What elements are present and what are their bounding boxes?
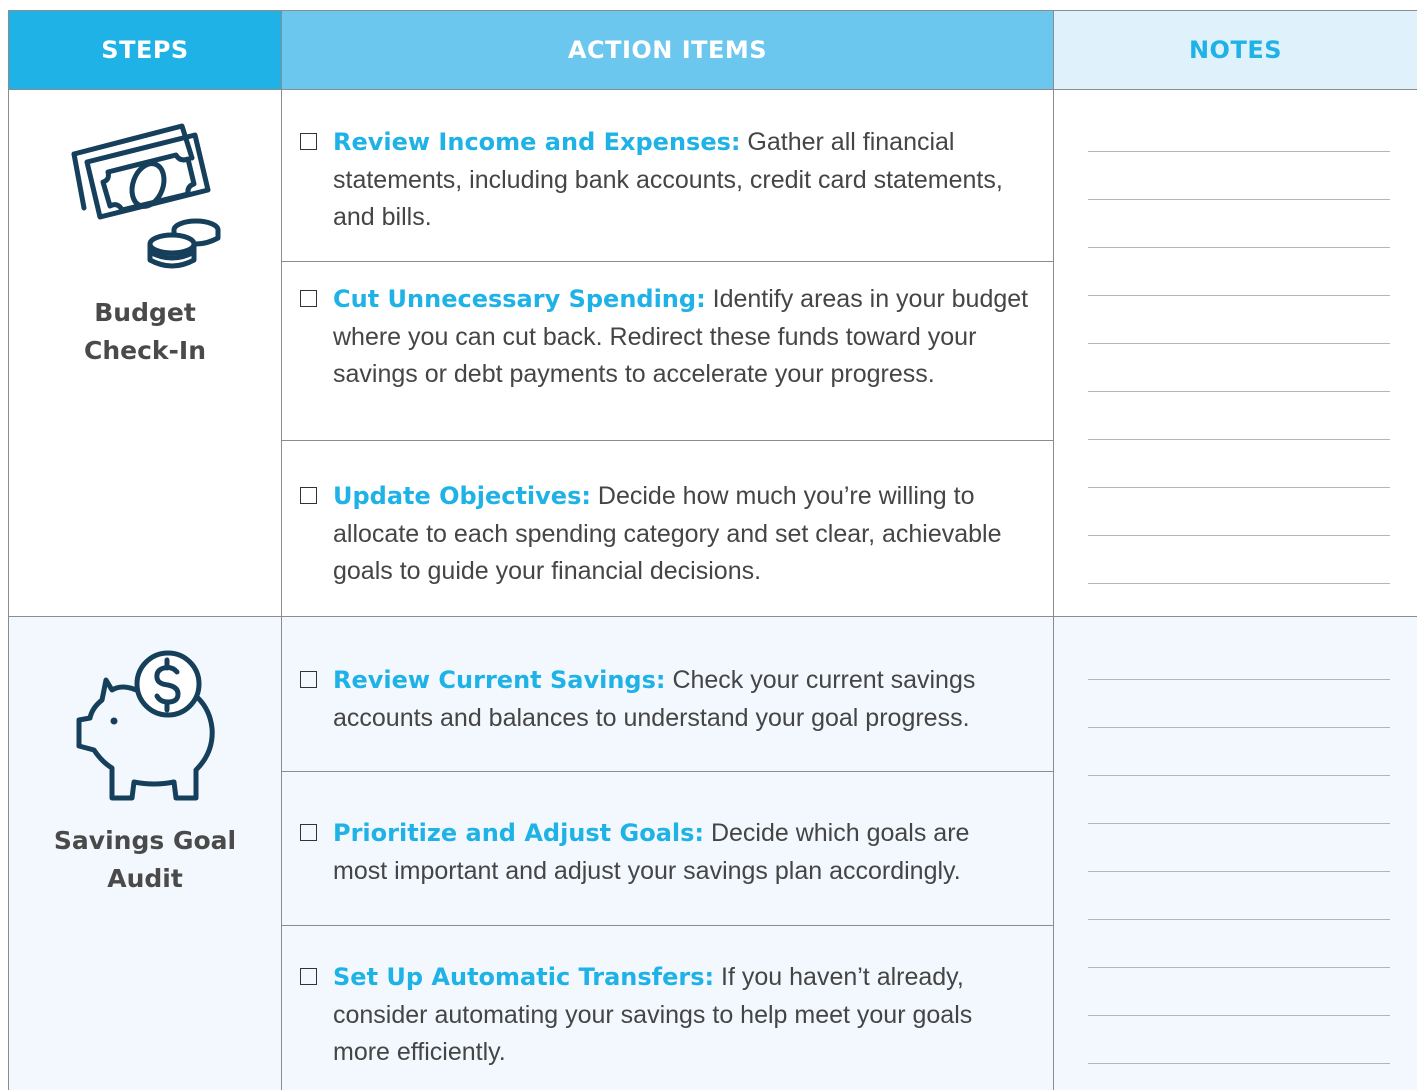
action-item-title: Cut Unnecessary Spending:: [333, 285, 706, 313]
notes-line[interactable]: [1088, 679, 1390, 680]
row-divider: [282, 440, 1053, 441]
checkbox[interactable]: [300, 133, 317, 150]
notes-line[interactable]: [1088, 487, 1390, 488]
section-divider: [8, 616, 1417, 617]
column-divider-notes: [1053, 10, 1054, 1090]
step-label-line: Check-In: [83, 336, 207, 365]
checkbox[interactable]: [300, 968, 317, 985]
action-item-automatic-transfers[interactable]: Set Up Automatic Transfers: If you haven…: [300, 959, 1030, 1072]
notes-line[interactable]: [1088, 535, 1390, 536]
notes-line[interactable]: [1088, 247, 1390, 248]
checkbox[interactable]: [300, 824, 317, 841]
action-item-review-income[interactable]: Review Income and Expenses: Gather all f…: [300, 124, 1030, 237]
action-item-update-objectives[interactable]: Update Objectives: Decide how much you’r…: [300, 478, 1030, 591]
notes-line[interactable]: [1088, 1063, 1390, 1064]
notes-line[interactable]: [1088, 871, 1390, 872]
action-item-prioritize-goals[interactable]: Prioritize and Adjust Goals: Decide whic…: [300, 815, 1030, 890]
notes-line[interactable]: [1088, 295, 1390, 296]
header-notes: NOTES: [1054, 11, 1417, 89]
row-divider: [282, 261, 1053, 262]
notes-line[interactable]: [1088, 151, 1390, 152]
action-item-title: Review Current Savings:: [333, 666, 666, 694]
row-divider: [282, 925, 1053, 926]
notes-line[interactable]: [1088, 343, 1390, 344]
section-savings-notes-bg: [1054, 617, 1417, 1090]
notes-line[interactable]: [1088, 967, 1390, 968]
action-item-cut-spending[interactable]: Cut Unnecessary Spending: Identify areas…: [300, 281, 1030, 394]
step-label-line: Savings Goal: [53, 826, 237, 855]
notes-line[interactable]: [1088, 775, 1390, 776]
step-label-line: Budget: [94, 298, 196, 327]
notes-line[interactable]: [1088, 919, 1390, 920]
notes-line[interactable]: [1088, 583, 1390, 584]
step-label-line: Audit: [107, 864, 183, 893]
notes-line[interactable]: [1088, 727, 1390, 728]
notes-line[interactable]: [1088, 391, 1390, 392]
column-divider-steps: [281, 10, 282, 1090]
notes-line[interactable]: [1088, 1015, 1390, 1016]
notes-line[interactable]: [1088, 439, 1390, 440]
checkbox[interactable]: [300, 290, 317, 307]
piggy-bank-icon: [76, 650, 215, 801]
action-item-title: Review Income and Expenses:: [333, 128, 741, 156]
money-coins-icon: [71, 123, 221, 269]
action-item-title: Update Objectives:: [333, 482, 591, 510]
checklist-table: STEPS ACTION ITEMS NOTES Budget Check-In…: [0, 0, 1417, 1090]
action-item-title: Set Up Automatic Transfers:: [333, 963, 715, 991]
table-left-border: [8, 10, 9, 1090]
step-label-budget-check-in: Budget Check-In: [9, 294, 281, 370]
action-item-review-savings[interactable]: Review Current Savings: Check your curre…: [300, 662, 1030, 737]
row-divider: [282, 771, 1053, 772]
step-label-savings-goal-audit: Savings Goal Audit: [9, 822, 281, 898]
header-bottom-border: [8, 89, 1417, 90]
notes-line[interactable]: [1088, 199, 1390, 200]
checkbox[interactable]: [300, 487, 317, 504]
checkbox[interactable]: [300, 671, 317, 688]
notes-line[interactable]: [1088, 823, 1390, 824]
action-item-title: Prioritize and Adjust Goals:: [333, 819, 704, 847]
header-action-items: ACTION ITEMS: [282, 11, 1053, 89]
header-steps: STEPS: [9, 11, 281, 89]
table-top-border: [8, 10, 1417, 11]
